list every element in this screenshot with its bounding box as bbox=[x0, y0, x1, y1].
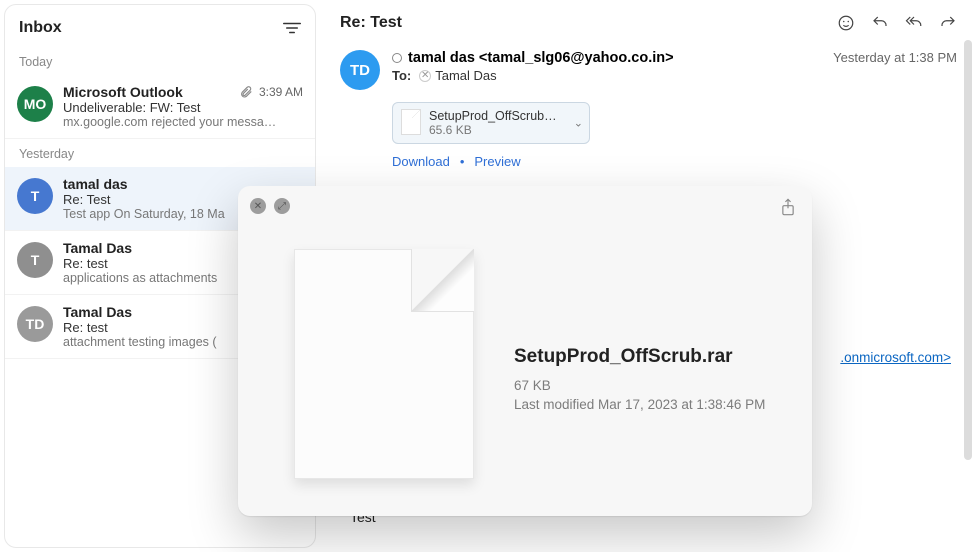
message-header: TD tamal das <tamal_slg06@yahoo.co.in> T… bbox=[340, 50, 957, 90]
preview-link[interactable]: Preview bbox=[474, 154, 520, 169]
avatar: T bbox=[17, 178, 53, 214]
mail-item[interactable]: MO Microsoft Outlook 3:39 AM Undeliverab… bbox=[5, 75, 315, 139]
file-preview-icon bbox=[294, 249, 474, 479]
window-controls: ✕ ⤢ bbox=[250, 198, 290, 214]
filter-icon[interactable] bbox=[283, 21, 301, 35]
reading-header: Re: Test bbox=[340, 14, 957, 32]
message-action-bar bbox=[837, 14, 957, 32]
mail-preview: mx.google.com rejected your messa… bbox=[63, 115, 303, 129]
recipient-chip[interactable]: ✕ Tamal Das bbox=[419, 68, 496, 83]
share-icon[interactable] bbox=[780, 198, 796, 221]
quicklook-modified: Last modified Mar 17, 2023 at 1:38:46 PM bbox=[514, 397, 765, 412]
group-label: Yesterday bbox=[5, 139, 315, 167]
mail-subject: Undeliverable: FW: Test bbox=[63, 100, 303, 115]
quicklook-body: SetupProd_OffScrub.rar 67 KB Last modifi… bbox=[238, 186, 812, 516]
sender-name: tamal das bbox=[63, 176, 128, 192]
avatar: TD bbox=[17, 306, 53, 342]
avatar: MO bbox=[17, 86, 53, 122]
from-line: tamal das <tamal_slg06@yahoo.co.in> bbox=[392, 50, 821, 66]
read-status-icon bbox=[392, 53, 402, 63]
chevron-down-icon[interactable]: ⌄ bbox=[574, 117, 583, 130]
mail-item-text: Microsoft Outlook 3:39 AM Undeliverable:… bbox=[63, 84, 303, 129]
quicklook-filename: SetupProd_OffScrub.rar bbox=[514, 346, 765, 368]
download-link[interactable]: Download bbox=[392, 154, 450, 169]
file-icon bbox=[401, 109, 421, 135]
from-name: tamal das <tamal_slg06@yahoo.co.in> bbox=[408, 50, 674, 66]
to-line: To: ✕ Tamal Das bbox=[392, 68, 821, 83]
sidebar-header: Inbox bbox=[5, 5, 315, 47]
vertical-scrollbar[interactable] bbox=[961, 40, 975, 548]
emoji-icon[interactable] bbox=[837, 14, 855, 32]
folder-title: Inbox bbox=[19, 19, 62, 37]
subject-title: Re: Test bbox=[340, 14, 402, 32]
remove-recipient-icon[interactable]: ✕ bbox=[419, 70, 431, 82]
reply-all-icon[interactable] bbox=[905, 14, 923, 32]
attachment-actions: Download • Preview bbox=[392, 154, 957, 169]
close-button[interactable]: ✕ bbox=[250, 198, 266, 214]
quicklook-info: SetupProd_OffScrub.rar 67 KB Last modifi… bbox=[514, 316, 765, 412]
attachment-size: 65.6 KB bbox=[429, 123, 565, 137]
body-link[interactable]: .onmicrosoft.com> bbox=[840, 350, 951, 365]
fullscreen-button[interactable]: ⤢ bbox=[274, 198, 290, 214]
separator-dot: • bbox=[460, 154, 465, 169]
group-label: Today bbox=[5, 47, 315, 75]
sender-name: Microsoft Outlook bbox=[63, 84, 183, 100]
sender-avatar: TD bbox=[340, 50, 380, 90]
recipient-name: Tamal Das bbox=[435, 68, 496, 83]
to-label: To: bbox=[392, 68, 411, 83]
sender-name: Tamal Das bbox=[63, 304, 132, 320]
mail-time: 3:39 AM bbox=[239, 85, 303, 99]
quicklook-panel: ✕ ⤢ SetupProd_OffScrub.rar 67 KB Last mo… bbox=[238, 186, 812, 516]
message-meta: tamal das <tamal_slg06@yahoo.co.in> To: … bbox=[392, 50, 821, 90]
attachment-name: SetupProd_OffScrub… bbox=[429, 109, 565, 123]
attachment-card[interactable]: SetupProd_OffScrub… 65.6 KB ⌄ bbox=[392, 102, 590, 144]
scrollbar-thumb[interactable] bbox=[964, 40, 972, 460]
reply-icon[interactable] bbox=[871, 14, 889, 32]
attachment-icon bbox=[239, 85, 253, 99]
avatar: T bbox=[17, 242, 53, 278]
message-timestamp: Yesterday at 1:38 PM bbox=[833, 50, 957, 90]
sender-name: Tamal Das bbox=[63, 240, 132, 256]
quicklook-size: 67 KB bbox=[514, 378, 765, 393]
forward-icon[interactable] bbox=[939, 14, 957, 32]
